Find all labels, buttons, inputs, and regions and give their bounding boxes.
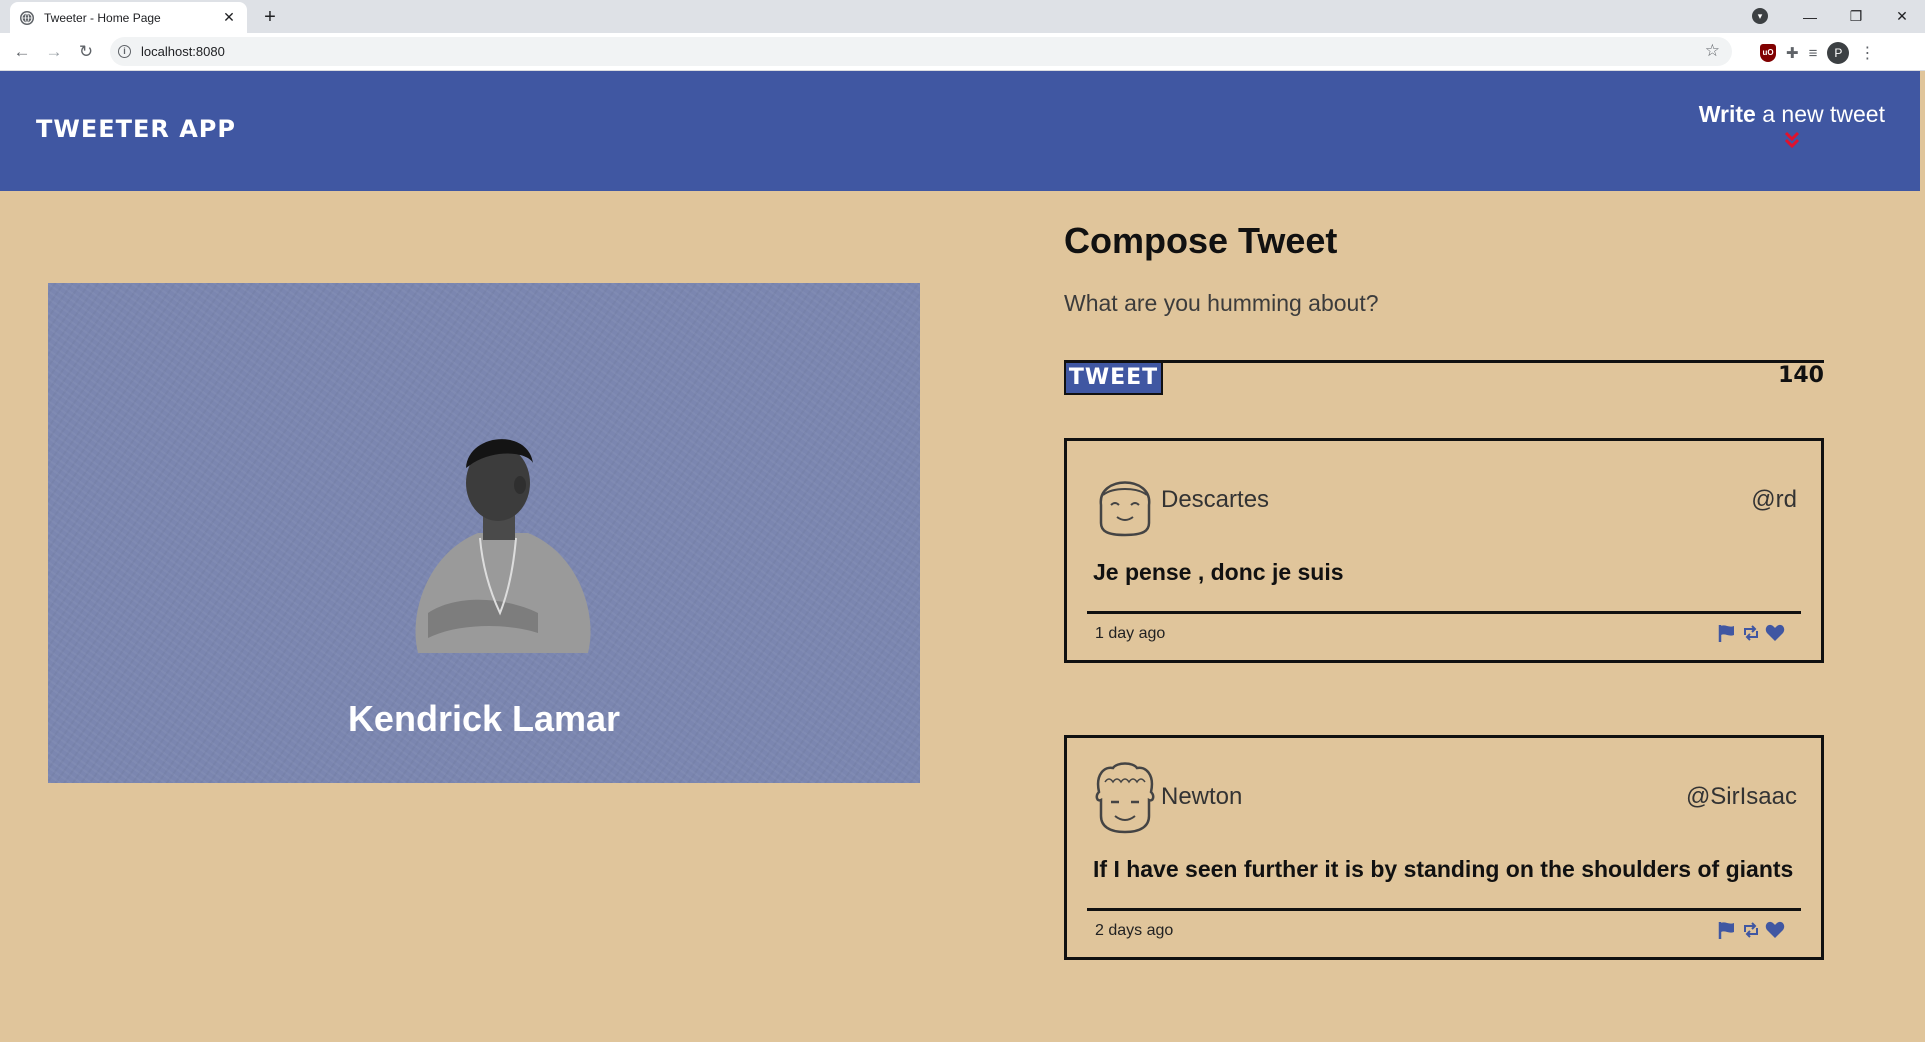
reload-icon[interactable]: ↻ (74, 40, 98, 64)
write-bold-label: Write (1698, 101, 1756, 127)
tweet-author-handle: @rd (1751, 486, 1797, 513)
write-new-tweet-button[interactable]: Write a new tweet (1699, 101, 1885, 150)
tweet-card: Newton @SirIsaac If I have seen further … (1064, 735, 1824, 960)
profile-photo (415, 439, 591, 653)
bookmark-star-icon[interactable]: ☆ (1705, 41, 1720, 61)
forward-arrow-icon[interactable]: → (42, 40, 66, 64)
tweet-text: Je pense , donc je suis (1093, 559, 1344, 585)
tweet-card: Descartes @rd Je pense , donc je suis 1 … (1064, 438, 1824, 663)
profile-name: Kendrick Lamar (347, 698, 621, 739)
media-queue-icon[interactable]: ≡ (1809, 45, 1818, 62)
tweet-actions (1717, 920, 1785, 940)
new-tab-button[interactable]: + (258, 5, 282, 29)
back-arrow-icon[interactable]: ← (10, 40, 34, 64)
extensions-area: uO ✚ ≡ P ⋮ (1760, 42, 1875, 64)
compose-title: Compose Tweet (1064, 220, 1338, 261)
compose-divider (1064, 360, 1824, 363)
tweet-divider (1087, 908, 1801, 911)
tweet-divider (1087, 611, 1801, 614)
tweet-actions (1717, 623, 1785, 643)
tweet-text: If I have seen further it is by standing… (1093, 856, 1794, 882)
double-chevron-down-icon[interactable] (1782, 130, 1802, 150)
browser-toolbar: ← → ↻ i localhost:8080 ☆ uO ✚ ≡ P ⋮ (0, 33, 1925, 71)
user-avatar-icon (1095, 762, 1155, 834)
tweet-author-name: Newton (1161, 783, 1243, 810)
tweet-timestamp: 1 day ago (1095, 625, 1166, 642)
profile-avatar[interactable]: P (1827, 42, 1850, 64)
tab-search-icon[interactable]: ▾ (1752, 8, 1768, 24)
window-controls: — ❐ ✕ (1787, 0, 1925, 33)
app-nav-bar: TWEETER APP Write a new tweet (0, 71, 1920, 191)
tab-close-icon[interactable]: ✕ (221, 9, 237, 26)
tweet-submit-button[interactable]: TWEET (1064, 363, 1163, 395)
globe-icon (20, 10, 34, 25)
tweet-timestamp: 2 days ago (1095, 922, 1174, 939)
tab-title: Tweeter - Home Page (44, 10, 161, 25)
character-counter: 140 (1778, 363, 1824, 388)
app-logo[interactable]: TWEETER APP (36, 115, 236, 143)
flag-icon[interactable] (1717, 920, 1737, 940)
address-bar[interactable]: i localhost:8080 ☆ (110, 37, 1732, 66)
tweet-text-input[interactable] (1064, 290, 1824, 317)
url-text: localhost:8080 (141, 44, 225, 59)
retweet-icon[interactable] (1741, 623, 1761, 643)
restore-icon[interactable]: ❐ (1833, 8, 1879, 25)
browser-tab-bar: Tweeter - Home Page ✕ + ▾ — ❐ ✕ (0, 0, 1925, 33)
flag-icon[interactable] (1717, 623, 1737, 643)
compose-tweet-section: Compose Tweet TWEET 140 (1064, 220, 1824, 395)
minimize-icon[interactable]: — (1787, 9, 1833, 25)
browser-tab[interactable]: Tweeter - Home Page ✕ (10, 2, 247, 33)
kebab-menu-icon[interactable]: ⋮ (1859, 43, 1875, 63)
site-info-icon[interactable]: i (118, 45, 131, 58)
tweet-author-handle: @SirIsaac (1685, 783, 1797, 810)
tweet-author-name: Descartes (1161, 486, 1270, 513)
window-close-icon[interactable]: ✕ (1879, 8, 1925, 25)
heart-icon[interactable] (1765, 920, 1785, 940)
user-avatar-icon (1099, 481, 1151, 537)
extensions-puzzle-icon[interactable]: ✚ (1786, 44, 1799, 62)
ublock-icon[interactable]: uO (1760, 44, 1776, 62)
profile-card: Kendrick Lamar (48, 283, 920, 783)
write-rest-label: a new tweet (1762, 101, 1885, 127)
retweet-icon[interactable] (1741, 920, 1761, 940)
heart-icon[interactable] (1765, 623, 1785, 643)
